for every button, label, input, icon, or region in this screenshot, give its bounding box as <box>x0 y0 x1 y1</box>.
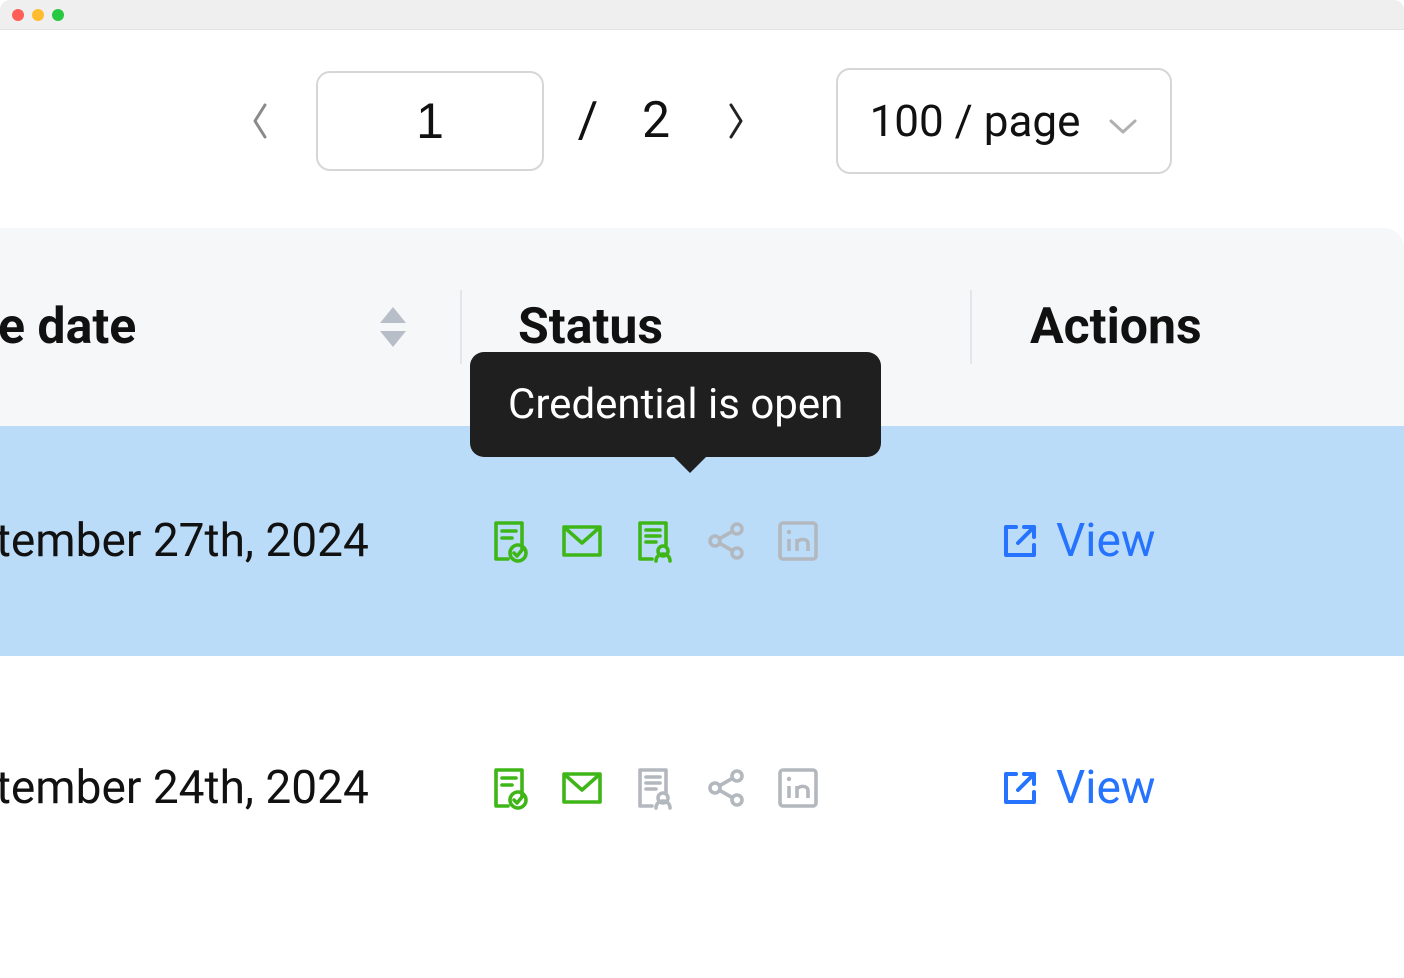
app-window: / 2 100 / page ue date Status <box>0 0 1404 978</box>
page-separator: / <box>556 92 620 150</box>
window-minimize-button[interactable] <box>32 9 44 21</box>
view-link-label: View <box>1056 761 1155 815</box>
tooltip: Credential is open <box>470 352 881 457</box>
chevron-right-icon <box>724 101 748 141</box>
column-header-label: ue date <box>0 298 136 356</box>
credential-viewed-icon[interactable] <box>632 766 676 810</box>
column-divider <box>970 290 972 364</box>
view-link[interactable]: View <box>1000 761 1155 815</box>
email-icon[interactable] <box>560 519 604 563</box>
pagination: / 2 100 / page <box>0 56 1404 186</box>
credential-open-icon[interactable] <box>488 519 532 563</box>
column-divider <box>460 290 462 364</box>
column-header-issue-date[interactable]: ue date <box>0 228 460 426</box>
email-icon[interactable] <box>560 766 604 810</box>
chevron-down-icon <box>1108 95 1138 147</box>
column-header-actions: Actions <box>970 228 1404 426</box>
share-icon[interactable] <box>704 766 748 810</box>
column-header-label: Status <box>518 298 663 356</box>
credential-open-icon[interactable] <box>488 766 532 810</box>
chevron-left-icon <box>248 101 272 141</box>
cell-status <box>430 519 940 563</box>
view-link-label: View <box>1056 514 1155 568</box>
linkedin-icon[interactable] <box>776 519 820 563</box>
cell-issue-date: ptember 27th, 2024 <box>0 514 430 568</box>
next-page-button[interactable] <box>716 101 756 141</box>
table-row[interactable]: ptember 24th, 2024 <box>0 668 1404 908</box>
external-link-icon <box>1000 521 1040 561</box>
share-icon[interactable] <box>704 519 748 563</box>
linkedin-icon[interactable] <box>776 766 820 810</box>
page-size-select[interactable]: 100 / page <box>836 68 1172 174</box>
cell-status <box>430 766 940 810</box>
sort-icon[interactable] <box>376 305 410 349</box>
cell-actions: View <box>940 761 1404 815</box>
cell-issue-date: ptember 24th, 2024 <box>0 761 430 815</box>
total-pages: 2 <box>632 92 680 150</box>
page-size-label: 100 / page <box>870 95 1081 147</box>
column-header-label: Actions <box>1030 298 1202 356</box>
view-link[interactable]: View <box>1000 514 1155 568</box>
prev-page-button[interactable] <box>240 101 280 141</box>
window-maximize-button[interactable] <box>52 9 64 21</box>
external-link-icon <box>1000 768 1040 808</box>
current-page-input[interactable] <box>316 71 544 171</box>
cell-actions: View <box>940 514 1404 568</box>
window-close-button[interactable] <box>12 9 24 21</box>
window-titlebar <box>0 0 1404 30</box>
credential-viewed-icon[interactable] <box>632 519 676 563</box>
